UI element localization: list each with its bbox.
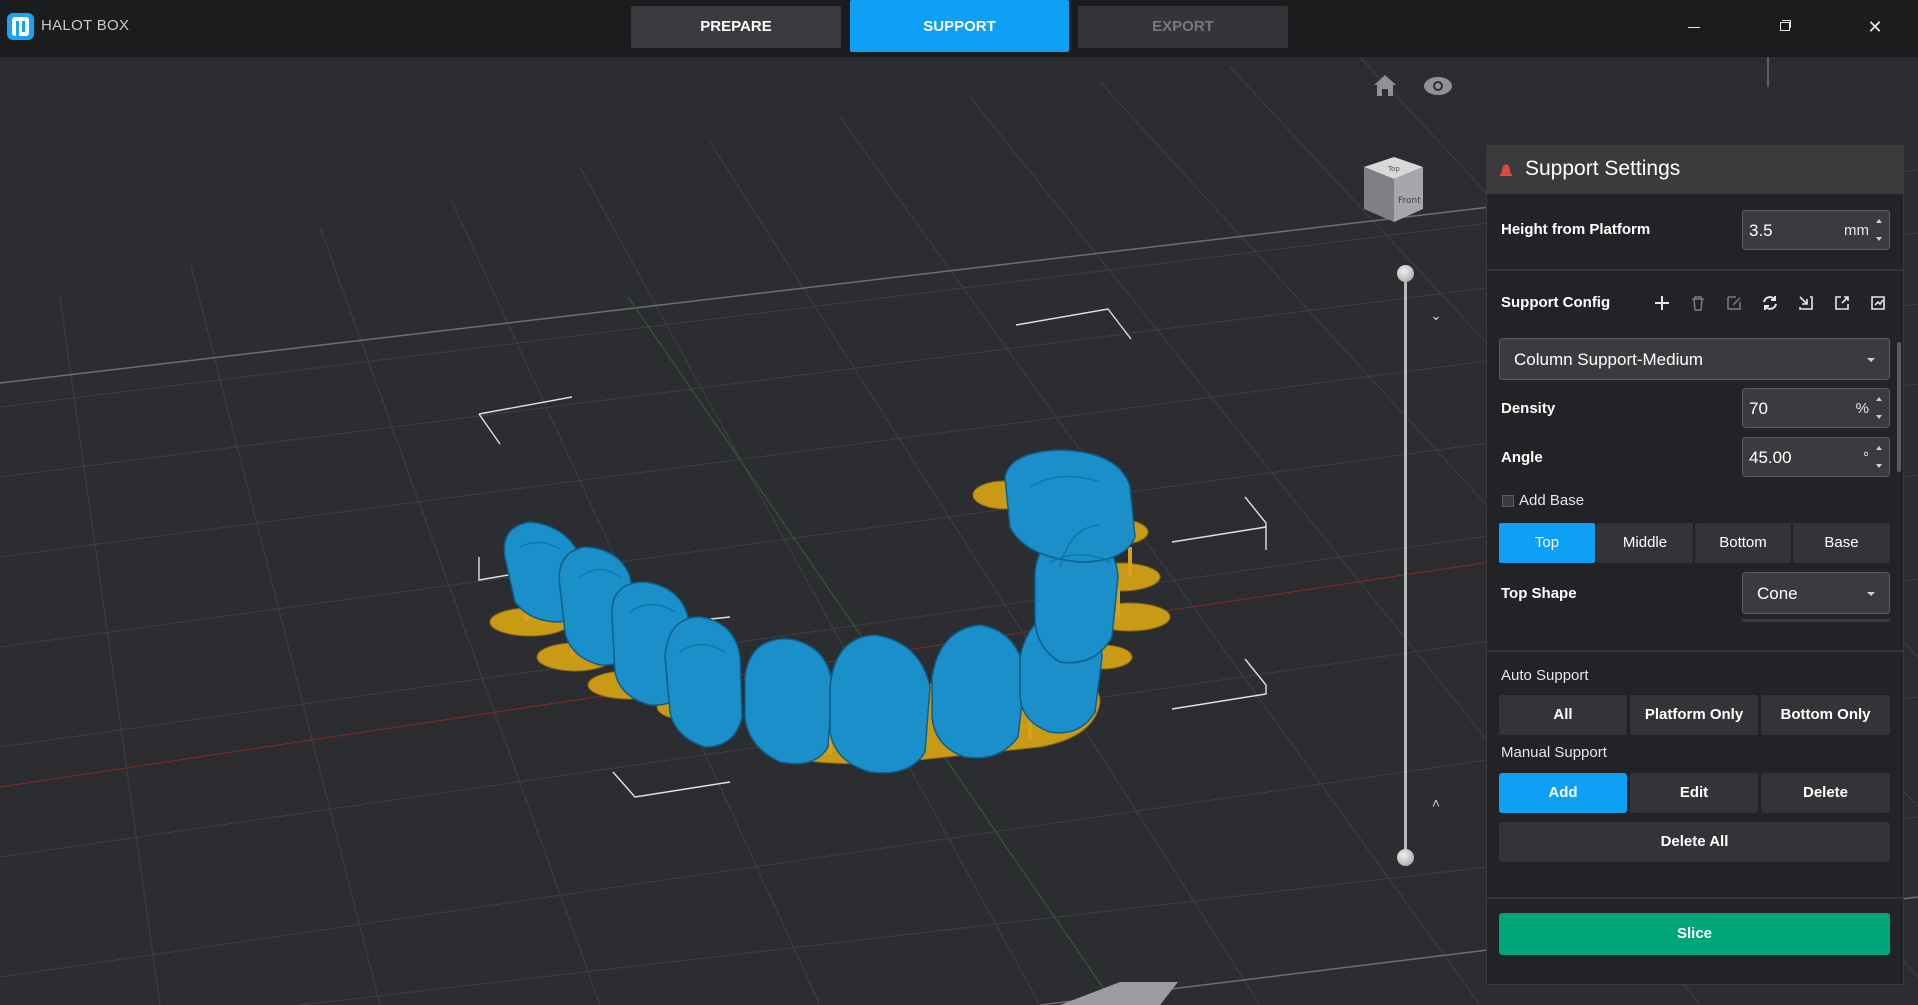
panel-title: Support Settings — [1525, 157, 1681, 180]
panel-header: Support Settings — [1487, 146, 1903, 194]
angle-value: 45.00 — [1749, 448, 1792, 467]
tab-top[interactable]: Top — [1499, 523, 1595, 563]
plus-icon[interactable] — [1651, 292, 1673, 314]
height-stepper[interactable] — [1875, 215, 1885, 245]
support-settings-panel: Support Settings Height from Platform 3.… — [1486, 145, 1904, 985]
trash-icon[interactable] — [1687, 292, 1709, 314]
app-logo-icon — [7, 13, 34, 40]
tab-base[interactable]: Base — [1793, 523, 1890, 563]
tab-prepare[interactable]: PREPARE — [631, 6, 841, 48]
view-cube-front-label: Front — [1398, 196, 1421, 206]
auto-support-all-button[interactable]: All — [1499, 695, 1627, 735]
restore-button[interactable] — [1769, 14, 1799, 40]
support-config-value: Column Support-Medium — [1514, 350, 1703, 369]
plate-edge-back — [0, 206, 1491, 384]
add-base-label: Add Base — [1519, 492, 1585, 509]
density-label: Density — [1501, 400, 1556, 417]
minimize-button[interactable] — [1679, 14, 1709, 40]
3d-viewport[interactable]: Top Front ⌄ ˄ Support Settings Height fr… — [0, 57, 1918, 1005]
panel-scrollbar[interactable] — [1897, 342, 1901, 472]
support-config-select[interactable]: Column Support-Medium — [1499, 338, 1890, 380]
auto-support-platform-only-button[interactable]: Platform Only — [1630, 695, 1758, 735]
support-config-label: Support Config — [1501, 294, 1611, 311]
auto-support-bottom-only-button[interactable]: Bottom Only — [1761, 695, 1890, 735]
view-cube-top-label: Top — [1387, 165, 1400, 173]
export-icon[interactable] — [1831, 292, 1853, 314]
top-shape-label: Top Shape — [1501, 585, 1577, 602]
divider — [1487, 897, 1903, 899]
tab-support[interactable]: SUPPORT — [850, 0, 1069, 52]
tab-bottom[interactable]: Bottom — [1695, 523, 1791, 563]
platform-marker — [1060, 982, 1178, 1005]
angle-label: Angle — [1501, 449, 1543, 466]
angle-input[interactable]: 45.00 ° — [1742, 437, 1890, 477]
height-unit: mm — [1844, 222, 1869, 239]
add-base-checkbox[interactable] — [1502, 495, 1514, 507]
height-from-platform-input[interactable]: 3.5 mm — [1742, 210, 1890, 250]
density-unit: % — [1855, 400, 1869, 417]
layer-slider-track[interactable] — [1404, 273, 1407, 858]
height-value: 3.5 — [1749, 221, 1773, 240]
chevron-down-icon[interactable]: ⌄ — [1426, 307, 1446, 327]
manual-delete-button[interactable]: Delete — [1761, 773, 1890, 813]
select-shadow-edge — [1742, 619, 1890, 622]
view-cube[interactable]: Top Front — [1358, 147, 1428, 227]
layer-slider-bottom-handle[interactable] — [1397, 849, 1414, 866]
density-input[interactable]: 70 % — [1742, 388, 1890, 428]
density-stepper[interactable] — [1875, 393, 1885, 423]
top-shape-value: Cone — [1757, 584, 1798, 603]
tab-export[interactable]: EXPORT — [1078, 6, 1288, 48]
density-value: 70 — [1749, 399, 1768, 418]
height-from-platform-label: Height from Platform — [1501, 221, 1651, 238]
layer-slider[interactable] — [1392, 265, 1420, 866]
delete-all-button[interactable]: Delete All — [1499, 822, 1890, 862]
chevron-down-icon — [1867, 358, 1875, 362]
support-settings-icon — [1500, 164, 1512, 176]
chevron-down-icon — [1867, 592, 1875, 596]
edit-icon[interactable] — [1723, 292, 1745, 314]
tab-middle[interactable]: Middle — [1597, 523, 1693, 563]
auto-support-label: Auto Support — [1501, 667, 1589, 684]
chevron-up-icon[interactable]: ˄ — [1426, 795, 1446, 815]
app-title: HALOT BOX — [41, 17, 130, 34]
title-bar: HALOT BOX PREPARE SUPPORT EXPORT ✕ — [0, 0, 1918, 57]
dental-model — [503, 449, 1136, 774]
refresh-icon[interactable] — [1759, 292, 1781, 314]
home-view-icon[interactable] — [1369, 69, 1401, 101]
save-icon[interactable] — [1867, 292, 1889, 314]
import-icon[interactable] — [1795, 292, 1817, 314]
manual-support-label: Manual Support — [1501, 744, 1607, 761]
divider — [1487, 269, 1903, 271]
manual-edit-button[interactable]: Edit — [1630, 773, 1758, 813]
top-shape-select[interactable]: Cone — [1742, 572, 1890, 614]
angle-stepper[interactable] — [1875, 442, 1885, 472]
manual-add-button[interactable]: Add — [1499, 773, 1627, 813]
slice-button[interactable]: Slice — [1499, 913, 1890, 955]
visibility-eye-icon[interactable] — [1422, 70, 1454, 102]
angle-unit: ° — [1863, 449, 1869, 466]
close-button[interactable]: ✕ — [1860, 14, 1890, 40]
app-window: HALOT BOX PREPARE SUPPORT EXPORT ✕ Top F… — [0, 0, 1918, 1005]
layer-slider-top-handle[interactable] — [1397, 265, 1414, 282]
divider — [1487, 650, 1903, 652]
